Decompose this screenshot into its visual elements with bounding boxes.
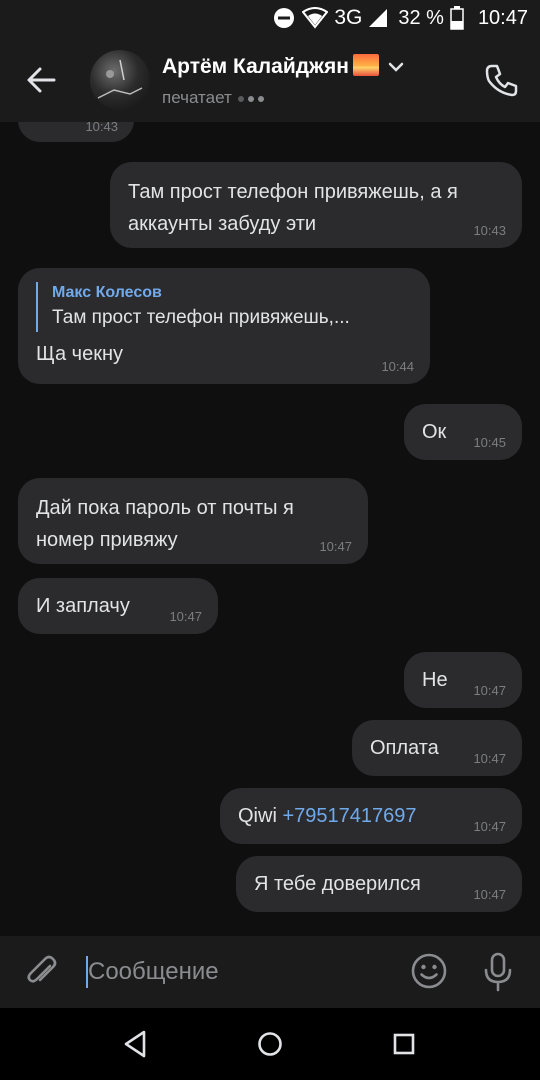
message-time: 10:47 [319, 539, 352, 554]
message-outgoing[interactable]: Ок 10:45 [404, 404, 522, 460]
call-button[interactable] [480, 58, 524, 102]
system-nav-bar [0, 1008, 540, 1080]
message-text: Дай пока пароль от почты я номер привяжу [36, 497, 294, 551]
message-text-prefix: Qiwi [238, 805, 277, 827]
message-outgoing[interactable]: Не 10:47 [404, 652, 522, 708]
sunrise-emoji-icon [352, 54, 379, 76]
message-incoming[interactable]: 10:43 [18, 122, 134, 142]
typing-status: печатает [162, 88, 268, 108]
message-outgoing[interactable]: Там прост телефон привяжешь, а я аккаунт… [110, 162, 522, 248]
message-input[interactable]: Сообщение [88, 956, 219, 988]
nav-home-button[interactable] [252, 1026, 288, 1062]
phone-icon [485, 64, 518, 97]
message-text: Ща чекну [36, 343, 123, 365]
message-text: Ок [422, 421, 447, 443]
message-time: 10:43 [85, 122, 118, 134]
battery-percent: 32 % [398, 6, 444, 29]
reply-text: Там прост телефон привяжешь,... [52, 307, 350, 328]
message-incoming-reply[interactable]: Макс Колесов Там прост телефон привяжешь… [18, 268, 430, 384]
nav-recents-button[interactable] [386, 1026, 422, 1062]
nav-recents-icon [393, 1033, 415, 1055]
message-outgoing[interactable]: Оплата 10:47 [352, 720, 522, 776]
smile-icon [411, 953, 447, 989]
message-outgoing[interactable]: Я тебе доверился 10:47 [236, 856, 522, 912]
composer: Сообщение [0, 936, 540, 1008]
message-time: 10:47 [473, 751, 506, 766]
chat-header: Артём Калайджян печатает [0, 36, 540, 122]
message-time: 10:45 [473, 435, 506, 450]
nav-home-icon [258, 1032, 282, 1056]
message-text: Там прост телефон привяжешь, а я аккаунт… [128, 181, 458, 235]
wifi-icon [302, 7, 329, 29]
message-time: 10:47 [169, 609, 202, 624]
microphone-icon [484, 952, 512, 992]
message-time: 10:47 [473, 683, 506, 698]
back-button[interactable] [20, 58, 64, 102]
paperclip-icon [27, 955, 57, 983]
battery-icon [450, 6, 464, 30]
chevron-down-icon[interactable] [387, 55, 405, 79]
emoji-button[interactable] [408, 950, 450, 992]
message-incoming[interactable]: Дай пока пароль от почты я номер привяжу… [18, 478, 368, 564]
attach-button[interactable] [22, 952, 62, 992]
do-not-disturb-icon [274, 8, 295, 28]
nav-back-icon [124, 1030, 146, 1058]
phone-link[interactable]: +79517417697 [282, 805, 416, 827]
reply-author: Макс Колесов [52, 284, 162, 301]
clock: 10:47 [477, 6, 528, 29]
message-text: И заплачу [36, 595, 130, 617]
status-icons: 3G 32 % 10:47 [272, 4, 528, 32]
message-outgoing[interactable]: Qiwi +79517417697 10:47 [220, 788, 522, 844]
typing-status-text: печатает [162, 88, 232, 107]
message-time: 10:43 [473, 223, 506, 238]
status-bar: 3G 32 % 10:47 [0, 0, 540, 36]
message-text: Не [422, 669, 448, 691]
typing-dots-icon [237, 88, 268, 108]
message-time: 10:47 [473, 819, 506, 834]
contact-name-text: Артём Калайджян [162, 55, 349, 78]
message-time: 10:44 [381, 359, 414, 374]
message-text: Я тебе доверился [254, 873, 421, 895]
message-incoming[interactable]: И заплачу 10:47 [18, 578, 218, 634]
contact-name[interactable]: Артём Калайджян [162, 54, 405, 79]
nav-back-button[interactable] [118, 1026, 154, 1062]
reply-quote[interactable]: Макс Колесов Там прост телефон привяжешь… [36, 282, 412, 332]
message-list[interactable]: 10:43 Там прост телефон привяжешь, а я а… [0, 122, 540, 936]
back-arrow-icon [27, 67, 56, 93]
message-time: 10:47 [473, 887, 506, 902]
avatar[interactable] [90, 50, 150, 110]
message-text: Оплата [370, 737, 439, 759]
voice-button[interactable] [478, 950, 518, 994]
network-type: 3G [334, 6, 363, 29]
signal-icon [369, 9, 388, 27]
